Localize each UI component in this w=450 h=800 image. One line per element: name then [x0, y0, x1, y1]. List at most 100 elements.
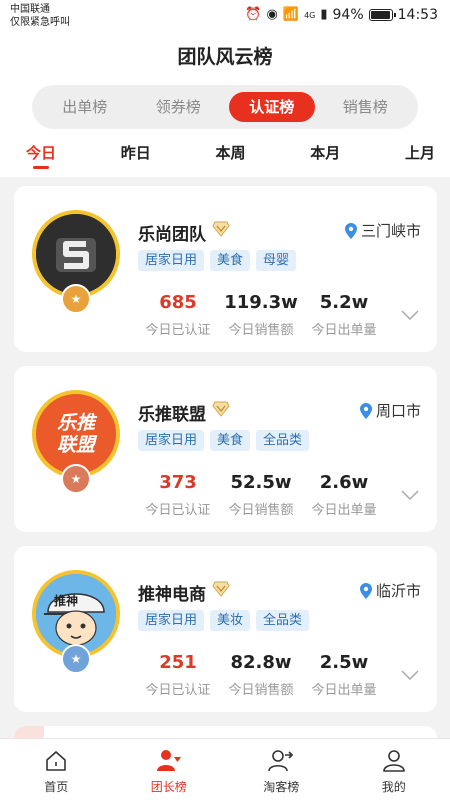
- stat-sales: 82.8w 今日销售额: [223, 652, 299, 698]
- profile-icon: [382, 750, 405, 772]
- team-avatar: 乐推 联盟 ★: [32, 390, 120, 494]
- user-share-icon: [268, 750, 294, 772]
- category-tag: 美食: [210, 430, 251, 451]
- stat-label: 今日出单量: [311, 323, 377, 338]
- team-card[interactable]: ★ 乐尚团队 三门峡市 居家日用 美食 母婴 685 今日已认证 119.3w …: [14, 186, 437, 352]
- stat-label: 今日销售额: [228, 323, 294, 338]
- tab-label: 首页: [44, 780, 69, 794]
- logo-s-icon: [36, 214, 116, 294]
- wifi-icon: 📶: [282, 7, 300, 22]
- stat-value: 82.8w: [230, 652, 292, 673]
- clock: 14:53: [397, 7, 438, 23]
- period-today[interactable]: 今日: [26, 142, 56, 169]
- chevron-down-icon[interactable]: [401, 490, 419, 500]
- avatar-text: 推神: [54, 594, 79, 608]
- vip-diamond-icon: [212, 401, 230, 417]
- network-type: 4G: [304, 10, 316, 20]
- period-this-month[interactable]: 本月: [310, 142, 340, 163]
- stat-value: 251: [159, 652, 197, 673]
- stat-label: 今日已认证: [145, 323, 211, 338]
- tab-sales[interactable]: 销售榜: [322, 92, 408, 122]
- stat-orders: 2.5w 今日出单量: [306, 652, 382, 698]
- carrier-info: 中国联通 仅限紧急呼叫: [10, 3, 70, 29]
- stat-value: 373: [159, 472, 197, 493]
- signal-icon: ▮: [320, 7, 328, 22]
- location-text: 周口市: [375, 402, 421, 420]
- battery-icon: [368, 9, 396, 21]
- rank-medal-icon: ★: [61, 644, 91, 674]
- team-location: 临沂市: [359, 580, 421, 601]
- tab-label: 淘客榜: [263, 780, 300, 794]
- team-avatar: ★: [32, 210, 120, 314]
- location-text: 三门峡市: [360, 222, 421, 240]
- stat-value: 2.6w: [319, 472, 369, 493]
- stat-value: 685: [159, 292, 197, 313]
- category-tag: 母婴: [256, 250, 297, 271]
- chevron-down-icon[interactable]: [401, 310, 419, 320]
- team-stats: 685 今日已认证 119.3w 今日销售额 5.2w 今日出单量: [140, 292, 382, 338]
- stat-orders: 2.6w 今日出单量: [306, 472, 382, 518]
- tab-home[interactable]: 首页: [0, 739, 113, 800]
- team-name: 乐推联盟: [138, 405, 206, 425]
- period-this-week[interactable]: 本周: [215, 142, 245, 163]
- category-tags: 居家日用 美食 全品类: [138, 430, 310, 451]
- tab-taoke-ranking[interactable]: 淘客榜: [225, 739, 338, 800]
- tab-mine[interactable]: 我的: [338, 739, 450, 800]
- vip-diamond-icon: [212, 581, 230, 597]
- stat-value: 119.3w: [224, 292, 298, 313]
- tab-certification[interactable]: 认证榜: [228, 92, 315, 122]
- vip-diamond-icon: [212, 221, 230, 237]
- category-tags: 居家日用 美妆 全品类: [138, 610, 310, 631]
- category-tag: 全品类: [256, 430, 310, 451]
- period-yesterday[interactable]: 昨日: [121, 142, 151, 163]
- category-tag: 居家日用: [138, 250, 205, 271]
- stat-certified: 685 今日已认证: [140, 292, 216, 338]
- tab-orders[interactable]: 出单榜: [42, 92, 128, 122]
- period-tabs: 今日 昨日 本周 本月 上月: [0, 142, 450, 169]
- category-tag: 美食: [210, 250, 251, 271]
- period-last-month[interactable]: 上月: [405, 142, 435, 163]
- stat-label: 今日已认证: [145, 503, 211, 518]
- tab-coupons[interactable]: 领券榜: [135, 92, 221, 122]
- team-stats: 373 今日已认证 52.5w 今日销售额 2.6w 今日出单量: [140, 472, 382, 518]
- emergency-only-text: 仅限紧急呼叫: [10, 17, 70, 28]
- category-tag: 全品类: [256, 610, 310, 631]
- ranking-type-tabs: 出单榜 领券榜 认证榜 销售榜: [32, 85, 418, 129]
- location-text: 临沂市: [375, 582, 421, 600]
- leader-icon: [156, 750, 181, 771]
- carrier-name: 中国联通: [10, 4, 50, 15]
- battery-percent: 94%: [332, 7, 364, 23]
- category-tag: 美妆: [210, 610, 251, 631]
- stat-value: 2.5w: [319, 652, 369, 673]
- stat-value: 52.5w: [230, 472, 292, 493]
- stat-label: 今日销售额: [228, 683, 294, 698]
- home-icon: [46, 751, 67, 771]
- tab-leader-ranking[interactable]: 团长榜: [113, 739, 226, 800]
- location-pin-icon: [359, 582, 372, 599]
- team-stats: 251 今日已认证 82.8w 今日销售额 2.5w 今日出单量: [140, 652, 382, 698]
- tab-label: 团长榜: [150, 780, 187, 794]
- team-card[interactable]: 乐推 联盟 ★ 乐推联盟 周口市 居家日用 美食 全品类 373 今日已认证 5…: [14, 366, 437, 532]
- category-tag: 居家日用: [138, 430, 205, 451]
- header: 团队风云榜 出单榜 领券榜 认证榜 销售榜 今日 昨日 本周 本月 上月: [0, 32, 450, 177]
- rank-medal-icon: ★: [61, 284, 91, 314]
- stat-value: 5.2w: [319, 292, 369, 313]
- chevron-down-icon[interactable]: [401, 670, 419, 680]
- team-avatar: 推神 ★: [32, 570, 120, 674]
- location-pin-icon: [359, 402, 372, 419]
- category-tag: 居家日用: [138, 610, 205, 631]
- stat-sales: 52.5w 今日销售额: [223, 472, 299, 518]
- team-card[interactable]: 推神 ★ 推神电商 临沂市 居家日用 美妆 全品类 251 今日已认证 82.8…: [14, 546, 437, 712]
- team-location: 周口市: [359, 400, 421, 421]
- rank-medal-icon: ★: [61, 464, 91, 494]
- stat-certified: 373 今日已认证: [140, 472, 216, 518]
- status-icons: ⏰ ◉ 📶 4G ▮ 94% 14:53: [245, 7, 438, 23]
- eye-icon: ◉: [266, 7, 278, 22]
- stat-label: 今日已认证: [145, 683, 211, 698]
- cartoon-boy-icon: [36, 574, 116, 654]
- page-title: 团队风云榜: [177, 46, 273, 68]
- stat-label: 今日销售额: [228, 503, 294, 518]
- team-name: 乐尚团队: [138, 225, 206, 245]
- stat-label: 今日出单量: [311, 683, 377, 698]
- status-bar: 中国联通 仅限紧急呼叫 ⏰ ◉ 📶 4G ▮ 94% 14:53: [0, 0, 450, 32]
